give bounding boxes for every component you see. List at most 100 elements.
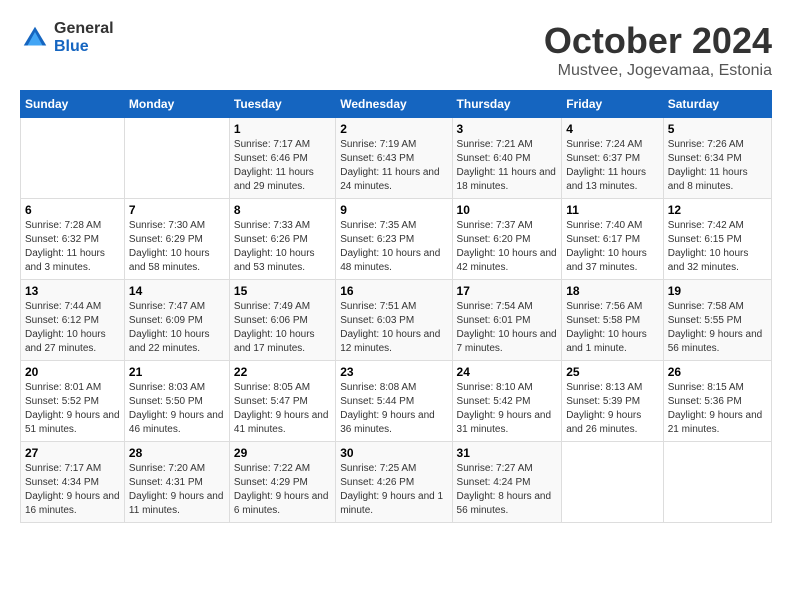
calendar-cell: 13 Sunrise: 7:44 AMSunset: 6:12 PMDaylig… <box>21 280 125 361</box>
calendar-cell: 27 Sunrise: 7:17 AMSunset: 4:34 PMDaylig… <box>21 442 125 523</box>
calendar-cell: 19 Sunrise: 7:58 AMSunset: 5:55 PMDaylig… <box>663 280 771 361</box>
day-number: 31 <box>457 446 558 460</box>
calendar-cell: 8 Sunrise: 7:33 AMSunset: 6:26 PMDayligh… <box>229 199 335 280</box>
day-number: 27 <box>25 446 120 460</box>
header-day-saturday: Saturday <box>663 91 771 118</box>
logo-general-text: General <box>54 20 114 38</box>
calendar-cell: 25 Sunrise: 8:13 AMSunset: 5:39 PMDaylig… <box>562 361 664 442</box>
day-info: Sunrise: 7:44 AMSunset: 6:12 PMDaylight:… <box>25 301 106 354</box>
day-number: 22 <box>234 365 331 379</box>
day-number: 24 <box>457 365 558 379</box>
calendar-cell: 7 Sunrise: 7:30 AMSunset: 6:29 PMDayligh… <box>124 199 229 280</box>
calendar-header-row: SundayMondayTuesdayWednesdayThursdayFrid… <box>21 91 772 118</box>
calendar-cell: 20 Sunrise: 8:01 AMSunset: 5:52 PMDaylig… <box>21 361 125 442</box>
day-info: Sunrise: 7:20 AMSunset: 4:31 PMDaylight:… <box>129 463 224 516</box>
day-number: 9 <box>340 203 447 217</box>
logo-text: General Blue <box>54 20 114 55</box>
day-info: Sunrise: 8:01 AMSunset: 5:52 PMDaylight:… <box>25 382 120 435</box>
day-number: 15 <box>234 284 331 298</box>
day-info: Sunrise: 8:08 AMSunset: 5:44 PMDaylight:… <box>340 382 435 435</box>
calendar-week-row: 6 Sunrise: 7:28 AMSunset: 6:32 PMDayligh… <box>21 199 772 280</box>
day-number: 4 <box>566 122 659 136</box>
calendar-cell: 29 Sunrise: 7:22 AMSunset: 4:29 PMDaylig… <box>229 442 335 523</box>
calendar-cell: 15 Sunrise: 7:49 AMSunset: 6:06 PMDaylig… <box>229 280 335 361</box>
day-info: Sunrise: 7:54 AMSunset: 6:01 PMDaylight:… <box>457 301 557 354</box>
calendar-cell: 17 Sunrise: 7:54 AMSunset: 6:01 PMDaylig… <box>452 280 562 361</box>
day-info: Sunrise: 7:47 AMSunset: 6:09 PMDaylight:… <box>129 301 210 354</box>
day-info: Sunrise: 7:56 AMSunset: 5:58 PMDaylight:… <box>566 301 647 354</box>
calendar-cell: 26 Sunrise: 8:15 AMSunset: 5:36 PMDaylig… <box>663 361 771 442</box>
calendar-cell: 23 Sunrise: 8:08 AMSunset: 5:44 PMDaylig… <box>336 361 452 442</box>
day-info: Sunrise: 7:51 AMSunset: 6:03 PMDaylight:… <box>340 301 440 354</box>
day-info: Sunrise: 8:15 AMSunset: 5:36 PMDaylight:… <box>668 382 763 435</box>
day-info: Sunrise: 7:30 AMSunset: 6:29 PMDaylight:… <box>129 220 210 273</box>
day-number: 23 <box>340 365 447 379</box>
day-info: Sunrise: 7:26 AMSunset: 6:34 PMDaylight:… <box>668 139 748 192</box>
calendar-cell <box>663 442 771 523</box>
day-info: Sunrise: 7:58 AMSunset: 5:55 PMDaylight:… <box>668 301 763 354</box>
calendar-cell: 1 Sunrise: 7:17 AMSunset: 6:46 PMDayligh… <box>229 118 335 199</box>
day-info: Sunrise: 7:25 AMSunset: 4:26 PMDaylight:… <box>340 463 443 516</box>
day-info: Sunrise: 8:05 AMSunset: 5:47 PMDaylight:… <box>234 382 329 435</box>
day-number: 11 <box>566 203 659 217</box>
day-number: 28 <box>129 446 225 460</box>
day-number: 20 <box>25 365 120 379</box>
day-info: Sunrise: 7:35 AMSunset: 6:23 PMDaylight:… <box>340 220 440 273</box>
day-info: Sunrise: 8:03 AMSunset: 5:50 PMDaylight:… <box>129 382 224 435</box>
calendar-cell: 6 Sunrise: 7:28 AMSunset: 6:32 PMDayligh… <box>21 199 125 280</box>
header-day-sunday: Sunday <box>21 91 125 118</box>
title-section: October 2024 Mustvee, Jogevamaa, Estonia <box>544 20 772 80</box>
header-day-thursday: Thursday <box>452 91 562 118</box>
subtitle: Mustvee, Jogevamaa, Estonia <box>544 62 772 80</box>
day-number: 13 <box>25 284 120 298</box>
day-info: Sunrise: 8:10 AMSunset: 5:42 PMDaylight:… <box>457 382 552 435</box>
day-info: Sunrise: 7:27 AMSunset: 4:24 PMDaylight:… <box>457 463 552 516</box>
calendar-cell: 18 Sunrise: 7:56 AMSunset: 5:58 PMDaylig… <box>562 280 664 361</box>
day-number: 30 <box>340 446 447 460</box>
day-number: 14 <box>129 284 225 298</box>
day-info: Sunrise: 7:22 AMSunset: 4:29 PMDaylight:… <box>234 463 329 516</box>
calendar-cell: 31 Sunrise: 7:27 AMSunset: 4:24 PMDaylig… <box>452 442 562 523</box>
day-info: Sunrise: 7:17 AMSunset: 4:34 PMDaylight:… <box>25 463 120 516</box>
day-info: Sunrise: 7:42 AMSunset: 6:15 PMDaylight:… <box>668 220 749 273</box>
calendar-cell: 9 Sunrise: 7:35 AMSunset: 6:23 PMDayligh… <box>336 199 452 280</box>
day-info: Sunrise: 7:17 AMSunset: 6:46 PMDaylight:… <box>234 139 314 192</box>
calendar-cell: 21 Sunrise: 8:03 AMSunset: 5:50 PMDaylig… <box>124 361 229 442</box>
calendar-cell: 12 Sunrise: 7:42 AMSunset: 6:15 PMDaylig… <box>663 199 771 280</box>
day-number: 3 <box>457 122 558 136</box>
calendar-cell: 16 Sunrise: 7:51 AMSunset: 6:03 PMDaylig… <box>336 280 452 361</box>
day-number: 5 <box>668 122 767 136</box>
day-number: 10 <box>457 203 558 217</box>
calendar-cell: 2 Sunrise: 7:19 AMSunset: 6:43 PMDayligh… <box>336 118 452 199</box>
calendar-cell: 14 Sunrise: 7:47 AMSunset: 6:09 PMDaylig… <box>124 280 229 361</box>
header-day-friday: Friday <box>562 91 664 118</box>
day-number: 1 <box>234 122 331 136</box>
day-info: Sunrise: 7:28 AMSunset: 6:32 PMDaylight:… <box>25 220 105 273</box>
header-day-monday: Monday <box>124 91 229 118</box>
calendar-cell: 24 Sunrise: 8:10 AMSunset: 5:42 PMDaylig… <box>452 361 562 442</box>
calendar-week-row: 13 Sunrise: 7:44 AMSunset: 6:12 PMDaylig… <box>21 280 772 361</box>
day-number: 8 <box>234 203 331 217</box>
day-info: Sunrise: 7:40 AMSunset: 6:17 PMDaylight:… <box>566 220 647 273</box>
calendar-cell: 4 Sunrise: 7:24 AMSunset: 6:37 PMDayligh… <box>562 118 664 199</box>
calendar-cell <box>21 118 125 199</box>
calendar-cell <box>124 118 229 199</box>
header-day-tuesday: Tuesday <box>229 91 335 118</box>
calendar-week-row: 1 Sunrise: 7:17 AMSunset: 6:46 PMDayligh… <box>21 118 772 199</box>
day-info: Sunrise: 7:24 AMSunset: 6:37 PMDaylight:… <box>566 139 646 192</box>
day-number: 7 <box>129 203 225 217</box>
day-number: 25 <box>566 365 659 379</box>
calendar-week-row: 20 Sunrise: 8:01 AMSunset: 5:52 PMDaylig… <box>21 361 772 442</box>
day-info: Sunrise: 8:13 AMSunset: 5:39 PMDaylight:… <box>566 382 642 435</box>
day-info: Sunrise: 7:33 AMSunset: 6:26 PMDaylight:… <box>234 220 315 273</box>
calendar-cell <box>562 442 664 523</box>
day-number: 16 <box>340 284 447 298</box>
calendar-cell: 30 Sunrise: 7:25 AMSunset: 4:26 PMDaylig… <box>336 442 452 523</box>
calendar-cell: 3 Sunrise: 7:21 AMSunset: 6:40 PMDayligh… <box>452 118 562 199</box>
calendar-week-row: 27 Sunrise: 7:17 AMSunset: 4:34 PMDaylig… <box>21 442 772 523</box>
day-number: 26 <box>668 365 767 379</box>
calendar-cell: 10 Sunrise: 7:37 AMSunset: 6:20 PMDaylig… <box>452 199 562 280</box>
day-info: Sunrise: 7:19 AMSunset: 6:43 PMDaylight:… <box>340 139 439 192</box>
calendar-cell: 11 Sunrise: 7:40 AMSunset: 6:17 PMDaylig… <box>562 199 664 280</box>
calendar-cell: 28 Sunrise: 7:20 AMSunset: 4:31 PMDaylig… <box>124 442 229 523</box>
